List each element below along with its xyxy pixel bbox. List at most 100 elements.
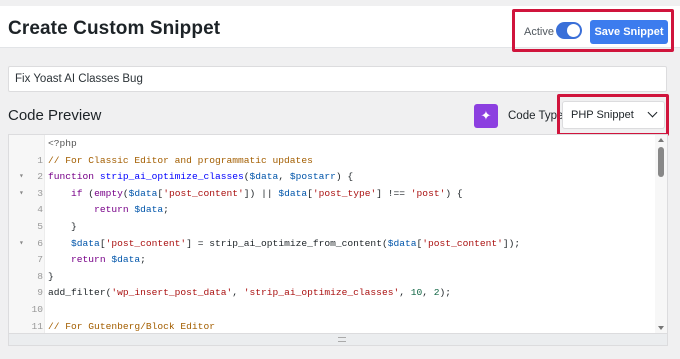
code-token: 'post_content' [163, 187, 244, 199]
code-token: ) { [335, 171, 354, 183]
editor-resize-handle[interactable] [8, 334, 668, 346]
code-token: add_filter( [48, 287, 112, 299]
code-line: ▾ 6 $data['post_content'] = strip_ai_opti… [9, 236, 657, 252]
code-type-select[interactable]: PHP Snippet [562, 101, 665, 129]
code-token: <?php [48, 138, 77, 149]
code-text: <?php [48, 136, 77, 152]
code-token: ) { [445, 187, 463, 199]
code-token: , [399, 287, 411, 299]
code-text: } [48, 269, 54, 285]
code-line: ▾ 3 if (empty($data['post_content']) || $… [9, 186, 657, 202]
code-line: 11 // For Gutenberg/Block Editor [9, 319, 657, 333]
code-text: return $data; [48, 202, 169, 218]
code-token: ] = strip_ai_optimize_from_content( [186, 237, 388, 249]
code-editor[interactable]: <?php 1 // For Classic Editor and programm… [8, 134, 668, 334]
fold-icon[interactable]: ▾ [19, 236, 24, 252]
code-token: ); [439, 287, 452, 299]
fold-icon[interactable]: ▾ [19, 186, 24, 202]
code-token: } [48, 221, 77, 232]
code-token: $postarr [289, 171, 336, 183]
toggle-knob [567, 24, 580, 37]
code-token: $data [128, 187, 158, 199]
code-token: // For Gutenberg/Block Editor [48, 320, 215, 332]
code-token: function [48, 171, 100, 183]
line-number: 8 [37, 270, 43, 282]
code-line: 9 add_filter('wp_insert_post_data', 'stri… [9, 285, 657, 301]
code-token: , [232, 287, 244, 299]
code-type-label: Code Type [508, 110, 564, 122]
line-number: 10 [31, 304, 43, 315]
code-text: return $data; [48, 252, 146, 268]
code-line: 10 [9, 302, 657, 318]
code-token: strip_ai_optimize_classes [99, 171, 244, 183]
line-number: 4 [37, 204, 43, 216]
snippet-header: Create Custom Snippet Active Save Snippe… [0, 6, 680, 52]
code-token: $data [278, 187, 308, 199]
code-token: ( [82, 187, 95, 199]
code-text: // For Gutenberg/Block Editor [48, 319, 215, 333]
code-line: ▾ 2 function strip_ai_optimize_classes($da… [9, 169, 657, 185]
scroll-up-icon[interactable] [658, 138, 664, 142]
scroll-down-icon[interactable] [658, 326, 664, 330]
line-number: 2 [37, 171, 43, 183]
scroll-thumb[interactable] [658, 147, 664, 177]
code-token: 'wp_insert_post_data' [111, 287, 233, 299]
code-type-value: PHP Snippet [571, 109, 634, 121]
active-toggle[interactable] [556, 22, 582, 39]
ai-sparkle-icon[interactable]: ✦ [474, 104, 498, 128]
code-token: empty [94, 187, 123, 199]
code-token: 'post_content' [105, 237, 187, 249]
code-token: 'post' [410, 187, 446, 199]
editor-scrollbar[interactable] [655, 135, 667, 333]
line-number: 3 [37, 187, 43, 199]
resize-grip-icon [338, 337, 346, 342]
line-number: 1 [37, 154, 43, 166]
code-line: 8} [9, 269, 657, 285]
code-text: } [48, 219, 77, 235]
code-line: 4 return $data; [9, 202, 657, 218]
line-number: 11 [31, 320, 43, 332]
code-line: <?php [9, 136, 657, 152]
page-title: Create Custom Snippet [8, 18, 221, 39]
code-text: if (empty($data['post_content']) || $dat… [48, 186, 463, 202]
code-token: $data [111, 254, 141, 266]
code-token: ; [140, 254, 146, 266]
active-label: Active [524, 26, 554, 38]
code-token: return [71, 254, 106, 266]
code-text: function strip_ai_optimize_classes($data… [48, 169, 353, 185]
code-token: if [71, 187, 83, 199]
code-token: ; [163, 204, 169, 216]
code-text: $data['post_content'] = strip_ai_optimiz… [48, 236, 520, 252]
code-token: ] !== [376, 187, 411, 199]
code-text: // For Classic Editor and programmatic u… [48, 153, 313, 169]
code-line: 5 } [9, 219, 657, 235]
code-token: 'post_content' [422, 237, 503, 249]
code-token: return [94, 204, 129, 216]
code-preview-title: Code Preview [8, 107, 102, 124]
code-token: 10 [410, 287, 423, 299]
code-token: // For Classic Editor and programmatic u… [48, 154, 313, 166]
save-snippet-button[interactable]: Save Snippet [590, 20, 668, 44]
fold-icon[interactable]: ▾ [19, 169, 24, 185]
code-token: ]); [502, 237, 521, 249]
code-text: add_filter('wp_insert_post_data', 'strip… [48, 285, 451, 301]
line-number: 7 [37, 254, 43, 266]
code-token: $data [249, 171, 279, 183]
code-token: } [48, 270, 54, 282]
snippet-title-input[interactable] [8, 66, 667, 92]
code-token: , [422, 287, 434, 299]
code-token: ]) || [243, 187, 279, 199]
code-token: $data [71, 237, 100, 249]
chevron-down-icon [647, 107, 658, 118]
code-token: $data [134, 204, 164, 216]
line-number: 5 [37, 221, 43, 232]
line-number: 9 [37, 287, 43, 299]
code-token: 'post_type' [312, 187, 377, 199]
line-number: 6 [37, 237, 43, 249]
code-token: $data [387, 237, 417, 249]
code-line: 7 return $data; [9, 252, 657, 268]
code-token: 'strip_ai_optimize_classes' [243, 287, 400, 299]
